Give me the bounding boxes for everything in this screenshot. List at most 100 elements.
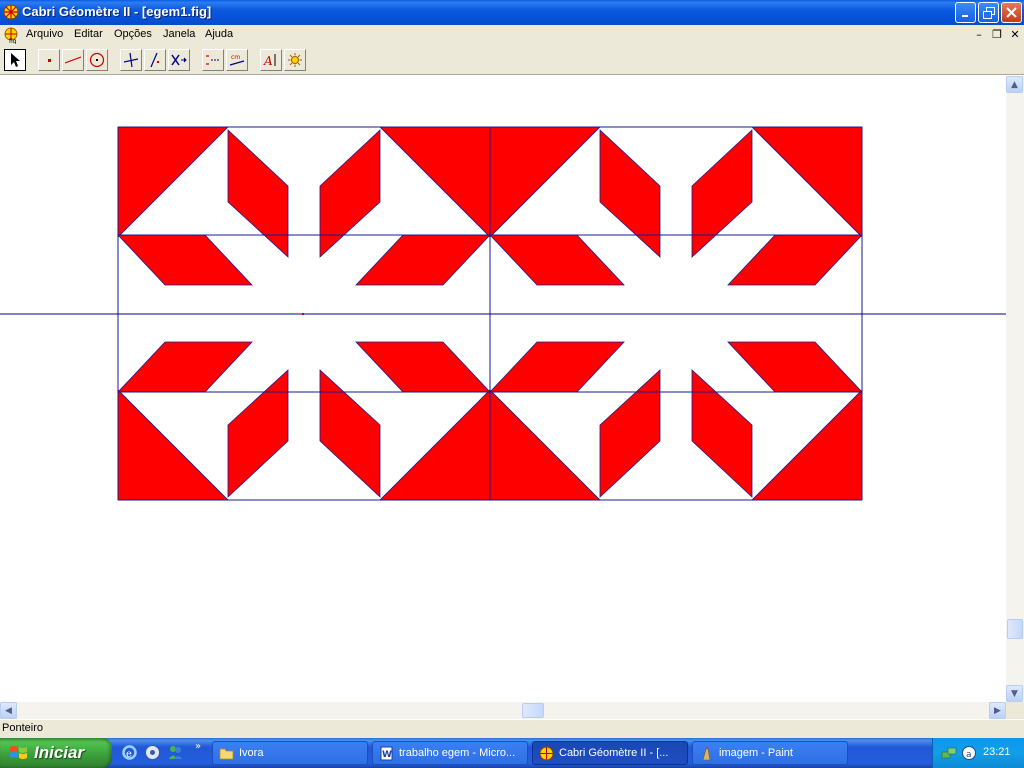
scroll-down-button[interactable]: ▼ [1006, 685, 1023, 702]
task-label: Ivora [239, 747, 264, 759]
transform-tool-icon [171, 54, 187, 66]
perpendicular-tool-icon [123, 52, 139, 68]
pattern-shape[interactable] [379, 389, 491, 501]
cabri-icon [539, 746, 554, 761]
close-button[interactable] [1001, 2, 1022, 23]
pattern-shape[interactable] [751, 389, 863, 501]
pattern-shape[interactable] [751, 126, 863, 238]
window-title: Cabri Géomètre II - [egem1.fig] [22, 4, 212, 19]
pattern-shape[interactable] [117, 341, 253, 393]
taskbar: Iniciar e » Ivora W trabalho egem - Micr… [0, 738, 1024, 768]
line-tool-icon [65, 56, 81, 64]
pattern-shape[interactable] [227, 369, 289, 498]
pattern-shape[interactable] [691, 369, 753, 498]
pattern-shape[interactable] [319, 129, 381, 258]
document-icon[interactable]: fig [3, 27, 21, 44]
pattern-shape[interactable] [379, 126, 491, 238]
title-bar[interactable]: Cabri Géomètre II - [egem1.fig] [0, 0, 1024, 25]
messenger-quicklaunch-icon[interactable] [167, 744, 184, 761]
pattern-shape[interactable] [319, 369, 381, 498]
svg-text:A: A [263, 54, 273, 68]
text-tool-button[interactable]: A [260, 49, 282, 71]
ie-quicklaunch-icon[interactable]: e [121, 744, 138, 761]
pattern-shape[interactable] [727, 341, 863, 393]
task-ivora[interactable]: Ivora [212, 741, 368, 765]
start-label: Iniciar [34, 743, 85, 762]
menu-editar[interactable]: Editar [74, 28, 103, 40]
media-quicklaunch-icon[interactable] [144, 744, 161, 761]
pattern-shape[interactable] [489, 341, 625, 393]
pattern-shape[interactable] [727, 234, 863, 286]
task-word[interactable]: W trabalho egem - Micro... [372, 741, 528, 765]
circle-tool-button[interactable] [86, 49, 108, 71]
display-tool-button[interactable] [284, 49, 306, 71]
horizontal-scrollbar[interactable]: ◀ ▶ [0, 702, 1006, 719]
pointer-tool-button[interactable] [4, 49, 26, 71]
svg-text:cm: cm [231, 54, 240, 61]
task-cabri[interactable]: Cabri Géomètre II - [... [532, 741, 688, 765]
pattern-shape[interactable] [355, 341, 491, 393]
pattern-shape[interactable] [599, 129, 661, 258]
arrow-left-icon: ◀ [5, 705, 12, 716]
pattern-shape[interactable] [117, 389, 229, 501]
geometric-pattern[interactable] [0, 76, 1006, 702]
system-tray: a 23:21 [932, 738, 1024, 768]
task-label: Cabri Géomètre II - [... [559, 747, 669, 759]
doc-close-button[interactable]: ✕ [1008, 28, 1022, 41]
axis-point[interactable] [302, 313, 304, 315]
drawing-canvas[interactable] [0, 76, 1006, 702]
task-paint[interactable]: imagem - Paint [692, 741, 848, 765]
windows-logo-icon [10, 746, 27, 759]
measure-tool-button[interactable]: cm [226, 49, 248, 71]
quicklaunch-chevron-icon[interactable]: » [195, 741, 201, 752]
horizontal-scroll-thumb[interactable] [522, 703, 544, 718]
point-tool-button[interactable] [38, 49, 60, 71]
pattern-shape[interactable] [489, 126, 601, 238]
doc-minimize-button[interactable]: – [972, 28, 986, 41]
macro-tool-button[interactable] [202, 49, 224, 71]
status-text: Ponteiro [2, 722, 43, 734]
perpendicular-tool-button[interactable] [120, 49, 142, 71]
restore-icon [982, 6, 995, 19]
network-tray-icon[interactable] [941, 745, 957, 761]
vertical-scroll-thumb[interactable] [1007, 619, 1023, 639]
pattern-shape[interactable] [355, 234, 491, 286]
pattern-shape[interactable] [117, 234, 253, 286]
restore-button[interactable] [978, 2, 999, 23]
svg-text:fig: fig [9, 38, 17, 44]
menu-opcoes[interactable]: Opções [114, 28, 152, 40]
circle-tool-icon [89, 52, 105, 68]
point-tool-icon [48, 59, 51, 62]
text-tool-icon: A [263, 54, 276, 68]
line-tool-button[interactable] [62, 49, 84, 71]
menu-arquivo[interactable]: Arquivo [26, 28, 63, 40]
doc-restore-button[interactable]: ❐ [990, 28, 1004, 41]
pattern-shape[interactable] [489, 389, 601, 501]
pattern-shape[interactable] [227, 129, 289, 258]
start-button[interactable]: Iniciar [0, 738, 112, 768]
macro-tool-icon [206, 55, 220, 65]
scroll-right-button[interactable]: ▶ [989, 702, 1006, 719]
minimize-icon [961, 14, 968, 17]
transform-tool-button[interactable] [168, 49, 190, 71]
security-tray-icon[interactable]: a [961, 745, 977, 761]
scroll-left-button[interactable]: ◀ [0, 702, 17, 719]
pattern-shape[interactable] [489, 234, 625, 286]
pattern-shape[interactable] [599, 369, 661, 498]
word-icon: W [380, 746, 393, 761]
scroll-up-button[interactable]: ▲ [1006, 76, 1023, 93]
minimize-button[interactable] [955, 2, 976, 23]
scrollbar-corner [1006, 702, 1024, 719]
toolbar: cm A [0, 45, 1024, 75]
measure-tool-icon: cm [229, 54, 245, 66]
midpoint-tool-icon [150, 52, 159, 68]
svg-text:W: W [382, 750, 392, 760]
vertical-scrollbar[interactable]: ▲ ▼ [1006, 76, 1024, 702]
task-label: trabalho egem - Micro... [399, 747, 516, 759]
pattern-shape[interactable] [691, 129, 753, 258]
menu-janela[interactable]: Janela [163, 28, 195, 40]
menu-ajuda[interactable]: Ajuda [205, 28, 233, 40]
midpoint-tool-button[interactable] [144, 49, 166, 71]
cabri-app-icon[interactable] [3, 4, 19, 20]
pattern-shape[interactable] [117, 126, 229, 238]
